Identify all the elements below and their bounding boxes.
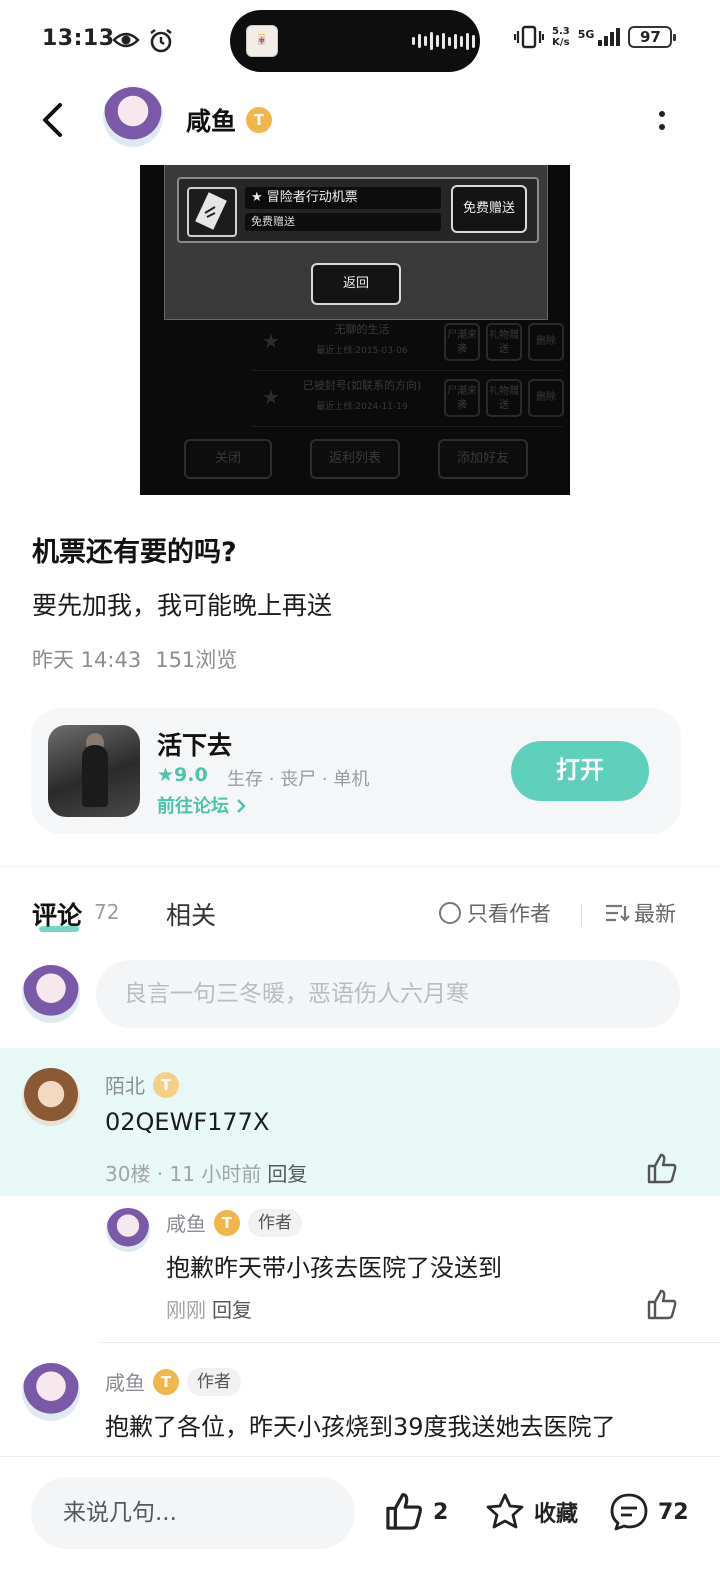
star-icon: ★ [262, 329, 280, 353]
post-title: 机票还有要的吗? [32, 537, 237, 568]
return-button: 返回 [311, 263, 401, 305]
gift-item-row: ★ 冒险者行动机票 免费赠送 免费赠送 [177, 177, 539, 243]
vibrate-icon [514, 25, 544, 49]
gift-dialog: ★ 冒险者行动机票 免费赠送 免费赠送 返回 [164, 165, 548, 320]
comment-text: 抱歉昨天带小孩去医院了没送到 [166, 1254, 502, 1282]
favorite-button[interactable]: 收藏 [484, 1491, 578, 1533]
commenter-name[interactable]: 咸鱼 T 作者 [166, 1208, 302, 1237]
star-icon: ★ [262, 385, 280, 409]
add-friend-button: 添加好友 [438, 439, 528, 479]
level-badge: T [214, 1209, 240, 1236]
comment-meta: 刚刚 回复 [166, 1298, 252, 1322]
list-button: 返利列表 [310, 439, 400, 479]
game-tags: 生存 · 丧尸 · 单机 [227, 769, 370, 790]
comment-text: 抱歉了各位，昨天小孩烧到39度我送她去医院了 [105, 1413, 616, 1441]
say-something-input[interactable]: 来说几句... [31, 1477, 355, 1549]
tab-comments[interactable]: 评论 [32, 896, 82, 932]
star-icon: ★ [157, 764, 175, 786]
alarm-icon [150, 29, 172, 53]
post-views: 151浏览 [155, 648, 238, 672]
post-meta: 昨天 14:43 151浏览 [32, 644, 237, 674]
game-name[interactable]: 活下去 [157, 726, 232, 762]
star-outline-icon [486, 1493, 524, 1529]
battery-icon: 97 [628, 26, 677, 48]
status-icons-right: 5.3 K/s 5G 97 [514, 24, 677, 50]
level-badge: T [153, 1071, 179, 1098]
thumbs-up-icon[interactable] [645, 1288, 679, 1322]
friend-list-background: ★ 无聊的生活 最近上线:2015-03-06 尸潮来袭 礼物赠送 删除 ★ 已… [252, 315, 564, 427]
more-options-button[interactable] [648, 104, 676, 136]
section-divider [0, 866, 720, 867]
free-gift-button: 免费赠送 [451, 185, 527, 233]
post-header: 咸鱼 T [0, 84, 720, 160]
like-button[interactable]: 2 [383, 1491, 448, 1533]
level-badge: T [153, 1368, 179, 1395]
item-name: ★ 冒险者行动机票 [245, 187, 441, 209]
reply-item: 咸鱼 T 作者 抱歉昨天带小孩去医院了没送到 刚刚 回复 [0, 1196, 720, 1342]
chevron-left-icon [43, 103, 62, 137]
commenter-name[interactable]: 陌北 T [105, 1070, 179, 1099]
comment-meta: 30楼 · 11 小时前 回复 [105, 1162, 308, 1186]
dynamic-island[interactable]: 🀄 [230, 10, 480, 72]
friend-row: ★ 无聊的生活 最近上线:2015-03-06 尸潮来袭 礼物赠送 删除 [252, 315, 564, 371]
commenter-avatar[interactable] [22, 1068, 80, 1126]
forum-link[interactable]: 前往论坛 [157, 792, 247, 818]
game-card[interactable]: 活下去 ★9.0 生存 · 丧尸 · 单机 前往论坛 打开 [31, 708, 681, 834]
comment-count: 72 [94, 900, 120, 924]
radio-circle-icon [439, 902, 461, 924]
status-bar: 13:13 🀄 5.3 K/s 5G 97 [0, 0, 720, 84]
comment-input[interactable]: 良言一句三冬暖，恶语伤人六月寒 [96, 960, 680, 1028]
post-body: 要先加我，我可能晚上再送 [32, 591, 333, 620]
reply-button[interactable]: 回复 [267, 1162, 307, 1186]
my-avatar [22, 965, 80, 1023]
back-button[interactable] [34, 98, 70, 142]
app-thumbnail-icon: 🀄 [246, 25, 278, 57]
comment-item: 咸鱼 T 作者 抱歉了各位，昨天小孩烧到39度我送她去医院了 [0, 1343, 720, 1456]
audio-wave-icon [412, 32, 475, 50]
thumbs-up-icon [386, 1493, 422, 1530]
post-time: 昨天 14:43 [32, 648, 142, 672]
author-name[interactable]: 咸鱼 [186, 102, 236, 138]
game-score: ★9.0 [157, 764, 208, 786]
comment-tabs: 评论 72 相关 只看作者 最新 [0, 890, 720, 940]
eye-icon [112, 32, 140, 48]
chat-bubble-icon [610, 1493, 648, 1531]
comment-item: 陌北 T 02QEWF177X 30楼 · 11 小时前 回复 [0, 1048, 720, 1196]
commenter-avatar[interactable] [22, 1363, 80, 1421]
tab-related[interactable]: 相关 [166, 896, 216, 932]
network-speed: 5.3 K/s [552, 26, 570, 48]
ticket-icon [187, 187, 237, 237]
thumbs-up-icon[interactable] [645, 1152, 679, 1186]
bottom-action-bar: 来说几句... 2 收藏 72 [0, 1456, 720, 1588]
sort-icon [606, 904, 630, 922]
chevron-right-icon [237, 799, 246, 813]
like-count: 2 [433, 1499, 449, 1525]
commenter-avatar[interactable] [106, 1208, 150, 1252]
only-author-toggle[interactable]: 只看作者 [439, 898, 551, 928]
item-subtitle: 免费赠送 [245, 213, 441, 231]
comment-button[interactable]: 72 [608, 1491, 689, 1533]
tab-separator [581, 904, 582, 926]
signal-icon: 5G [578, 28, 621, 46]
comment-text: 02QEWF177X [105, 1108, 270, 1136]
level-badge: T [246, 107, 272, 133]
author-tag: 作者 [187, 1367, 241, 1396]
status-time: 13:13 [42, 26, 115, 51]
commenter-name[interactable]: 咸鱼 T 作者 [105, 1367, 241, 1396]
open-game-button[interactable]: 打开 [511, 741, 649, 801]
status-icons-left [112, 28, 174, 54]
reply-button[interactable]: 回复 [212, 1298, 252, 1322]
author-tag: 作者 [248, 1208, 302, 1237]
bottom-buttons-background: 关闭 返利列表 添加好友 [140, 433, 570, 495]
post-image[interactable]: ★ 无聊的生活 最近上线:2015-03-06 尸潮来袭 礼物赠送 删除 ★ 已… [140, 165, 570, 495]
game-icon[interactable] [48, 725, 140, 817]
friend-row: ★ 已被封号(如联系的方向) 最近上线:2024-11-19 尸潮来袭 礼物赠送… [252, 371, 564, 427]
close-button: 关闭 [184, 439, 272, 479]
author-avatar[interactable] [103, 87, 163, 147]
sort-button[interactable]: 最新 [604, 898, 676, 928]
